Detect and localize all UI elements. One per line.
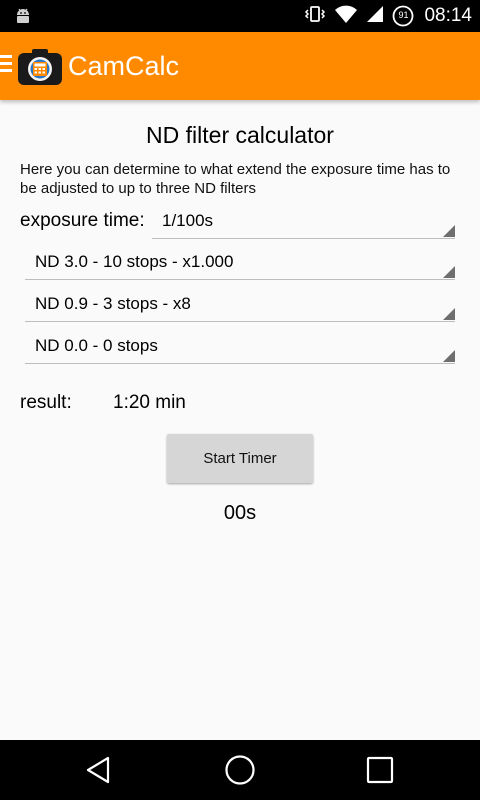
battery-icon: 91: [392, 5, 414, 27]
dropdown-arrow-icon: [443, 350, 455, 362]
app-bar: CamCalc: [0, 32, 480, 100]
timer-display: 00s: [223, 502, 257, 524]
nd-filter-value-1: ND 3.0 - 10 stops - x1.000: [35, 252, 234, 271]
home-icon[interactable]: [224, 754, 256, 791]
menu-icon[interactable]: [0, 55, 12, 76]
dropdown-arrow-icon: [443, 266, 455, 278]
camera-calculator-logo-icon[interactable]: [18, 49, 62, 90]
nd-filter-spinner-1[interactable]: ND 3.0 - 10 stops - x1.000: [25, 245, 455, 280]
result-value: 1:20 min: [113, 392, 186, 413]
dropdown-arrow-icon: [443, 225, 455, 237]
nd-filter-spinner-2[interactable]: ND 0.9 - 3 stops - x8: [25, 287, 455, 322]
exposure-time-spinner[interactable]: 1/100s: [152, 204, 455, 239]
android-debug-icon: [14, 6, 32, 31]
nd-filter-spinner-3[interactable]: ND 0.0 - 0 stops: [25, 329, 455, 364]
status-bar: 91 08:14: [0, 0, 480, 32]
wifi-icon: [334, 4, 358, 29]
app-title: CamCalc: [68, 51, 180, 81]
status-time: 08:14: [424, 5, 472, 26]
back-icon[interactable]: [84, 756, 112, 789]
exposure-time-value: 1/100s: [162, 211, 214, 230]
result-label: result:: [20, 392, 72, 413]
vibrate-icon: [304, 4, 326, 29]
dropdown-arrow-icon: [443, 308, 455, 320]
nd-filter-value-3: ND 0.0 - 0 stops: [35, 336, 158, 355]
exposure-time-label: exposure time:: [20, 210, 145, 231]
signal-icon: [366, 4, 384, 29]
navigation-bar: [0, 740, 480, 800]
start-timer-button[interactable]: Start Timer: [167, 434, 313, 483]
nd-filter-value-2: ND 0.9 - 3 stops - x8: [35, 294, 191, 313]
description-text: Here you can determine to what extend th…: [20, 161, 451, 197]
battery-level: 91: [398, 10, 409, 20]
recents-icon[interactable]: [366, 756, 394, 789]
page-title: ND filter calculator: [146, 122, 334, 148]
